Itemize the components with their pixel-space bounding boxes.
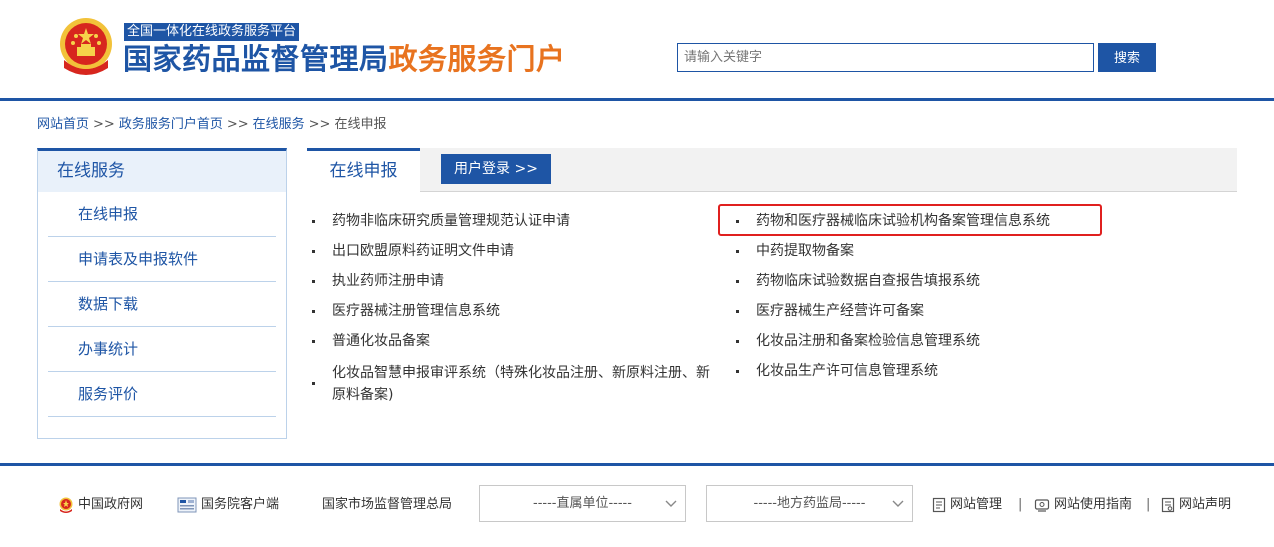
service-list-left: 药物非临床研究质量管理规范认证申请 出口欧盟原料药证明文件申请 执业药师注册申请… [308, 212, 718, 417]
footer-link-usage-guide[interactable]: 网站使用指南 [1034, 496, 1132, 514]
user-login-button[interactable]: 用户登录 >> [441, 154, 551, 184]
national-emblem-small-icon [59, 497, 73, 513]
footer-link-gov[interactable]: 中国政府网 [58, 496, 143, 514]
direct-units-select[interactable]: -----直属单位----- [479, 485, 686, 522]
header-divider [0, 98, 1274, 101]
footer-link-state-council-app-label: 国务院客户端 [201, 497, 280, 512]
breadcrumb: 网站首页 >> 政务服务门户首页 >> 在线服务 >> 在线申报 [37, 116, 386, 134]
footer-link-site-admin[interactable]: 网站管理 [932, 496, 1002, 514]
local-bureau-select[interactable]: -----地方药监局----- [706, 485, 913, 522]
breadcrumb-home[interactable]: 网站首页 [37, 117, 89, 132]
breadcrumb-separator: >> [93, 117, 115, 132]
site-title-main: 国家药品监督管理局 [123, 42, 389, 76]
breadcrumb-separator: >> [226, 117, 249, 132]
footer-link-site-admin-label: 网站管理 [950, 497, 1003, 512]
sidebar-title: 在线服务 [38, 151, 286, 192]
list-item[interactable]: 药物非临床研究质量管理规范认证申请 [308, 212, 718, 231]
footer-link-samr[interactable]: 国家市场监督管理总局 [322, 496, 452, 514]
local-bureau-select-value: -----地方药监局----- [753, 496, 866, 511]
list-item[interactable]: 医疗器械生产经营许可备案 [732, 302, 1142, 321]
footer-link-gov-label: 中国政府网 [78, 497, 144, 512]
sidebar-menu: 在线申报 申请表及申报软件 数据下载 办事统计 服务评价 [38, 192, 286, 417]
list-item[interactable]: 药物和医疗器械临床试验机构备案管理信息系统 [732, 212, 1142, 231]
sidebar-item-forms-software[interactable]: 申请表及申报软件 [48, 237, 276, 282]
guide-icon [1034, 498, 1050, 512]
state-council-app-icon [177, 497, 197, 512]
statement-icon [1161, 497, 1175, 512]
list-item[interactable]: 化妆品注册和备案检验信息管理系统 [732, 332, 1142, 351]
sidebar-item-online-declaration[interactable]: 在线申报 [48, 192, 276, 237]
footer-link-usage-guide-label: 网站使用指南 [1054, 497, 1133, 512]
list-item[interactable]: 出口欧盟原料药证明文件申请 [308, 242, 718, 261]
site-header: 全国一体化在线政务服务平台 国家药品监督管理局政务服务门户 搜索 [0, 0, 1274, 98]
list-item[interactable]: 执业药师注册申请 [308, 272, 718, 291]
sidebar-item-data-download[interactable]: 数据下载 [48, 282, 276, 327]
list-item[interactable]: 化妆品智慧申报审评系统（特殊化妆品注册、新原料注册、新原料备案) [308, 362, 718, 406]
national-emblem-icon [60, 18, 112, 75]
direct-units-select-value: -----直属单位----- [533, 496, 632, 511]
site-footer: 中国政府网 国务院客户端 国家市场监督管理总局 -----直属单位----- -… [0, 466, 1274, 547]
list-item[interactable]: 中药提取物备案 [732, 242, 1142, 261]
list-item[interactable]: 化妆品生产许可信息管理系统 [732, 362, 1142, 381]
service-list-right: 药物和医疗器械临床试验机构备案管理信息系统 中药提取物备案 药物临床试验数据自查… [732, 212, 1142, 392]
platform-tag: 全国一体化在线政务服务平台 [124, 23, 300, 41]
list-item[interactable]: 药物临床试验数据自查报告填报系统 [732, 272, 1142, 291]
breadcrumb-portal-home[interactable]: 政务服务门户首页 [119, 117, 223, 132]
chevron-down-icon [665, 500, 677, 507]
breadcrumb-online-service[interactable]: 在线服务 [253, 117, 305, 132]
list-item[interactable]: 普通化妆品备案 [308, 332, 718, 351]
breadcrumb-separator: >> [308, 117, 331, 132]
footer-separator: | [1018, 497, 1023, 512]
site-title[interactable]: 国家药品监督管理局政务服务门户 [123, 41, 566, 77]
chevron-down-icon [892, 500, 904, 507]
footer-link-site-statement[interactable]: 网站声明 [1161, 496, 1231, 514]
footer-separator: | [1146, 497, 1151, 512]
tab-online-declaration[interactable]: 在线申报 [307, 148, 420, 193]
site-title-accent: 政务服务门户 [388, 42, 566, 76]
breadcrumb-current: 在线申报 [334, 117, 387, 132]
tab-bar: 在线申报 用户登录 >> [307, 148, 1237, 193]
sidebar-item-statistics[interactable]: 办事统计 [48, 327, 276, 372]
search-input[interactable] [677, 43, 1094, 72]
footer-link-state-council-app[interactable]: 国务院客户端 [177, 496, 279, 514]
sidebar: 在线服务 在线申报 申请表及申报软件 数据下载 办事统计 服务评价 [37, 148, 287, 439]
sidebar-item-service-rating[interactable]: 服务评价 [48, 372, 276, 417]
document-icon [932, 497, 946, 512]
list-item[interactable]: 医疗器械注册管理信息系统 [308, 302, 718, 321]
search-button[interactable]: 搜索 [1098, 43, 1156, 72]
footer-link-site-statement-label: 网站声明 [1179, 497, 1232, 512]
